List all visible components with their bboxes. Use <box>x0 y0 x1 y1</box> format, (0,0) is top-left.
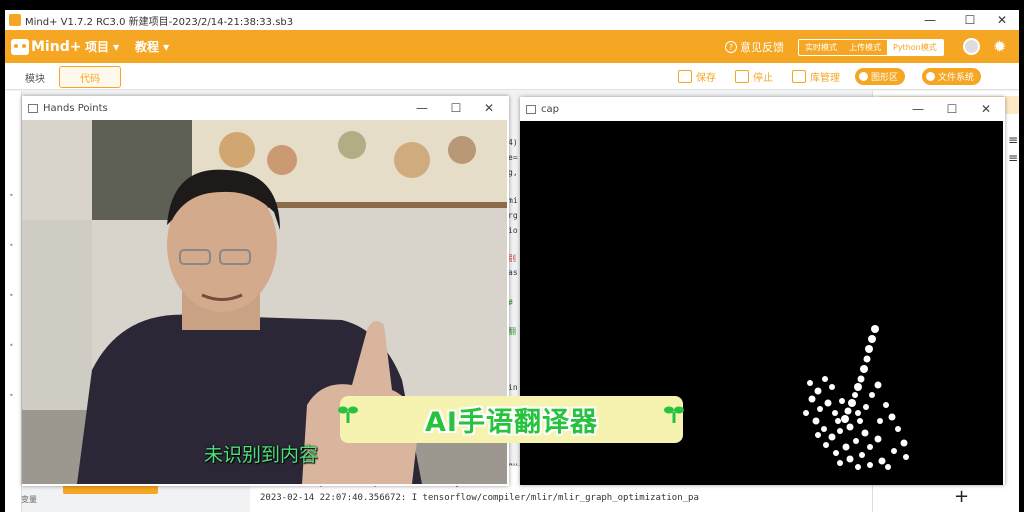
file-system-label: 文件系统 <box>938 73 975 83</box>
maximize-button[interactable]: ☐ <box>953 10 987 30</box>
avatar[interactable] <box>963 38 980 55</box>
window-icon <box>28 103 38 113</box>
library-button[interactable]: 库管理 <box>792 69 840 84</box>
window-title: Mind+ V1.7.2 RC3.0 新建项目-2023/2/14-21:38:… <box>25 16 294 28</box>
terminal-line: 2023-02-14 22:07:40.356672: I tensorflow… <box>260 493 699 503</box>
close-button[interactable]: ✕ <box>970 97 1002 121</box>
maximize-button[interactable]: ☐ <box>936 97 968 121</box>
robot-logo-icon <box>11 39 29 55</box>
variables-label[interactable]: 变量 <box>21 494 37 505</box>
gear-icon[interactable]: ✹ <box>993 37 1006 56</box>
library-icon <box>792 70 806 83</box>
tab-code[interactable]: 代码 <box>59 66 121 88</box>
mind-plus-logo: Mind+ <box>11 37 81 57</box>
tab-blocks[interactable]: 模块 <box>15 66 55 88</box>
title-bar: Mind+ V1.7.2 RC3.0 新建项目-2023/2/14-21:38:… <box>5 10 1019 30</box>
mode-python[interactable]: Python模式 <box>887 40 943 55</box>
screen: Mind+ V1.7.2 RC3.0 新建项目-2023/2/14-21:38:… <box>0 0 1024 512</box>
save-button[interactable]: 保存 <box>678 69 716 84</box>
minimize-button[interactable]: — <box>913 10 947 30</box>
menu-tutorial[interactable]: 教程 ▾ <box>135 38 169 55</box>
hands-window-title: Hands Points <box>43 102 108 114</box>
title-banner: AI手语翻译器 <box>340 396 683 443</box>
menu-icon[interactable]: ≡ <box>1008 133 1018 147</box>
stop-icon <box>735 70 749 83</box>
code-line: in <box>508 383 518 392</box>
nav-item[interactable]: • <box>9 241 14 250</box>
library-label: 库管理 <box>810 73 840 84</box>
nav-item[interactable]: • <box>9 291 14 300</box>
window-icon <box>526 104 536 114</box>
stop-button[interactable]: 停止 <box>735 69 773 84</box>
check-icon <box>859 72 868 81</box>
menu-bar: Mind+ 项目 ▾ 教程 ▾ ? 意见反馈 实时模式 上传模式 Python模… <box>5 30 1019 63</box>
banner-text: AI手语翻译器 <box>425 407 598 438</box>
hands-window-titlebar: Hands Points — ☐ ✕ <box>22 96 509 120</box>
close-button[interactable]: ✕ <box>985 10 1019 30</box>
code-line: 别 <box>508 254 516 263</box>
menu-icon[interactable]: ≡ <box>1008 151 1018 165</box>
code-line: rg <box>508 211 518 220</box>
graphics-label: 图形区 <box>871 73 899 83</box>
file-system-button[interactable]: 文件系统 <box>922 68 982 85</box>
sprout-icon <box>338 406 358 423</box>
cap-window-titlebar: cap — ☐ ✕ <box>520 97 1005 121</box>
save-icon <box>678 70 692 83</box>
mode-switch: 实时模式 上传模式 Python模式 <box>798 39 944 56</box>
mode-upload[interactable]: 上传模式 <box>843 40 887 55</box>
graphics-button[interactable]: 图形区 <box>855 68 906 85</box>
question-icon: ? <box>725 41 737 53</box>
code-line: g, <box>508 168 518 177</box>
feedback-label: 意见反馈 <box>740 41 784 54</box>
recognition-caption: 未识别到内容 <box>204 444 319 466</box>
category-sidebar: • • • • • <box>5 91 22 512</box>
stop-label: 停止 <box>753 73 773 84</box>
minimize-button[interactable]: — <box>406 96 438 120</box>
mode-realtime[interactable]: 实时模式 <box>799 40 843 55</box>
code-line: 4) <box>508 138 518 147</box>
code-line: io <box>508 226 518 235</box>
code-line: e= <box>508 153 518 162</box>
close-button[interactable]: ✕ <box>473 96 505 120</box>
cap-window-title: cap <box>541 103 559 115</box>
plus-icon[interactable]: + <box>954 486 969 507</box>
nav-item[interactable]: • <box>9 191 14 200</box>
app-icon <box>9 14 21 26</box>
nav-item[interactable]: • <box>9 391 14 400</box>
save-label: 保存 <box>696 73 716 84</box>
sprout-icon <box>664 406 684 423</box>
feedback-button[interactable]: ? 意见反馈 <box>725 39 784 55</box>
minimize-button[interactable]: — <box>902 97 934 121</box>
code-line: 翻 <box>508 327 516 336</box>
code-line: as <box>508 268 518 277</box>
toolbar: 模块 代码 保存 停止 库管理 图形区 文件系统 <box>5 63 1019 90</box>
code-line: mi <box>508 196 518 205</box>
menu-project[interactable]: 项目 ▾ <box>85 38 119 55</box>
maximize-button[interactable]: ☐ <box>440 96 472 120</box>
logo-text: Mind+ <box>31 39 82 55</box>
check-icon <box>926 72 935 81</box>
nav-item[interactable]: • <box>9 341 14 350</box>
